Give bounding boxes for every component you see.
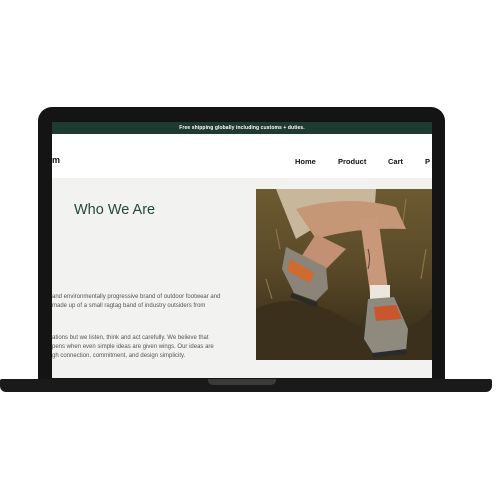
body-line-3: gh connection, commitment, and design si… <box>52 353 186 359</box>
intro-line-1: and environmentally progressive brand of… <box>52 294 221 300</box>
announcement-bar: Free shipping globally including customs… <box>52 122 432 134</box>
laptop-notch <box>208 379 276 385</box>
announcement-spacer <box>52 134 432 144</box>
intro-line-2: made up of a small ragtag band of indust… <box>52 303 206 309</box>
nav-product[interactable]: Product <box>338 157 366 166</box>
body-line-1: ations but we listen, think and act care… <box>52 335 209 341</box>
nav-home[interactable]: Home <box>295 157 316 166</box>
page-title: Who We Are <box>74 202 156 218</box>
hero-photo <box>256 189 432 360</box>
body-line-2: pens when even simple ideas are given wi… <box>52 344 214 350</box>
brand-logo[interactable]: m <box>52 155 60 165</box>
hiker-boots-image <box>256 189 432 360</box>
announcement-text: Free shipping globally including customs… <box>179 125 305 131</box>
website-screen: Free shipping globally including customs… <box>52 122 432 378</box>
top-nav: m Home Product Cart P <box>52 144 432 178</box>
nav-cart[interactable]: Cart <box>388 157 403 166</box>
nav-p[interactable]: P <box>425 157 430 166</box>
